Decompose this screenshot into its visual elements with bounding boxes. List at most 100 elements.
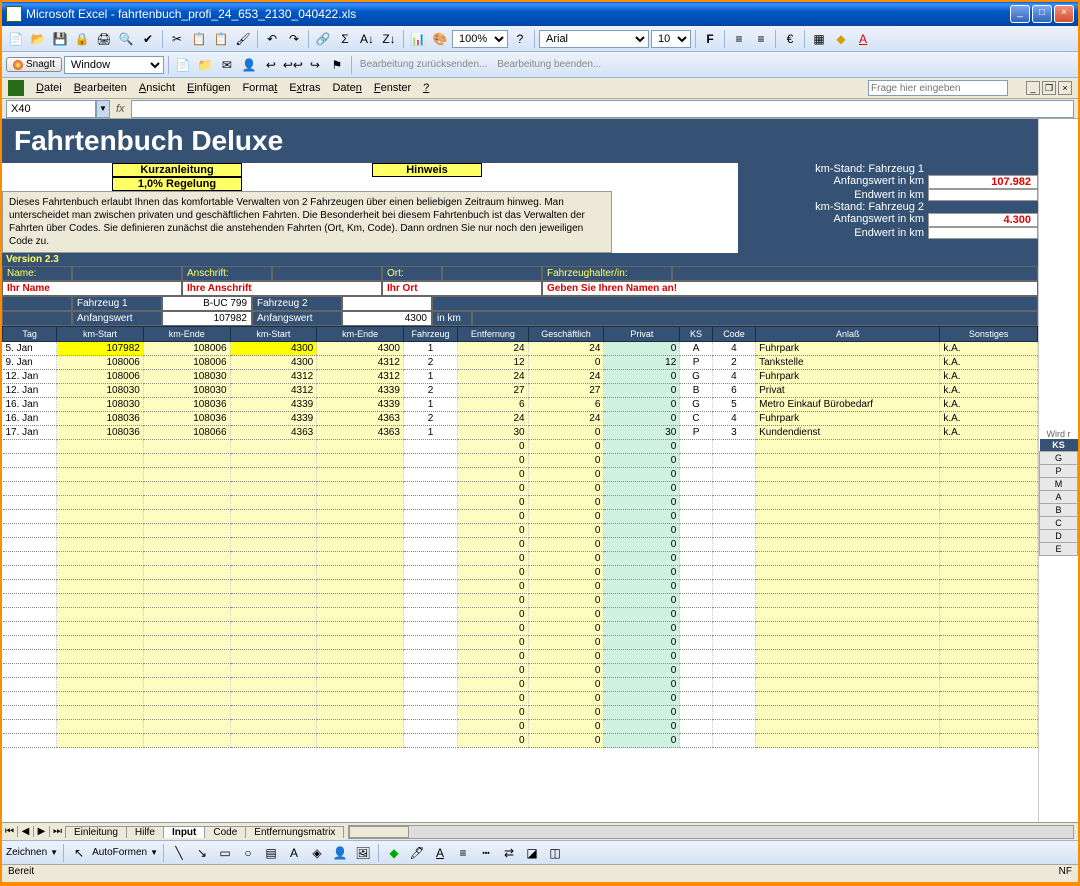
- review-sendback[interactable]: Bearbeitung zurücksenden...: [356, 59, 491, 70]
- menu-help[interactable]: ?: [423, 82, 429, 94]
- tab-prev-icon[interactable]: ◀: [18, 826, 34, 837]
- mail-icon[interactable]: ✉: [217, 55, 237, 75]
- autosum-icon[interactable]: Σ: [335, 29, 355, 49]
- table-row[interactable]: 000: [3, 622, 1038, 636]
- anschrift-input[interactable]: Ihre Anschrift: [182, 281, 382, 296]
- table-row[interactable]: 000: [3, 482, 1038, 496]
- hinweis-button[interactable]: Hinweis: [372, 163, 482, 177]
- clipart-icon[interactable]: 👤: [330, 843, 350, 863]
- menu-edit[interactable]: Bearbeiten: [74, 82, 127, 94]
- table-row[interactable]: 000: [3, 566, 1038, 580]
- save-icon[interactable]: 💾: [50, 29, 70, 49]
- fillcolor-icon[interactable]: ◆: [384, 843, 404, 863]
- tab-code[interactable]: Code: [204, 826, 246, 838]
- table-row[interactable]: 000: [3, 552, 1038, 566]
- table-row[interactable]: 12. Jan10803010803043124339227270B6Priva…: [3, 384, 1038, 398]
- line-icon[interactable]: ╲: [169, 843, 189, 863]
- formula-bar[interactable]: [131, 100, 1074, 118]
- review-end[interactable]: Bearbeitung beenden...: [493, 59, 605, 70]
- kurzanleitung-button[interactable]: Kurzanleitung: [112, 163, 242, 177]
- mdi-restore[interactable]: ❐: [1042, 81, 1056, 95]
- autoformen-menu[interactable]: AutoFormen: [92, 847, 147, 858]
- table-row[interactable]: 16. Jan108030108036433943391660G5Metro E…: [3, 398, 1038, 412]
- f1-aw-value[interactable]: 107982: [162, 311, 252, 326]
- table-row[interactable]: 000: [3, 440, 1038, 454]
- snagit-button[interactable]: SnagIt: [6, 57, 62, 72]
- mdi-close[interactable]: ×: [1058, 81, 1072, 95]
- recipient-icon[interactable]: 👤: [239, 55, 259, 75]
- hyperlink-icon[interactable]: 🔗: [313, 29, 333, 49]
- preview-icon[interactable]: 🔍: [116, 29, 136, 49]
- new-mail-icon[interactable]: 📄: [173, 55, 193, 75]
- linecolor-icon[interactable]: 🖊: [407, 843, 427, 863]
- table-row[interactable]: 000: [3, 454, 1038, 468]
- currency-icon[interactable]: €: [780, 29, 800, 49]
- rect-icon[interactable]: ▭: [215, 843, 235, 863]
- tab-input[interactable]: Input: [163, 826, 205, 838]
- table-row[interactable]: 000: [3, 538, 1038, 552]
- menu-view[interactable]: Ansicht: [139, 82, 175, 94]
- arrow-icon[interactable]: ↘: [192, 843, 212, 863]
- ort-input[interactable]: Ihr Ort: [382, 281, 542, 296]
- table-row[interactable]: 000: [3, 678, 1038, 692]
- zeichnen-menu[interactable]: Zeichnen: [6, 847, 47, 858]
- folder-icon[interactable]: 📁: [195, 55, 215, 75]
- bold-icon[interactable]: F: [700, 29, 720, 49]
- drawing-icon[interactable]: 🎨: [430, 29, 450, 49]
- cut-icon[interactable]: ✂: [167, 29, 187, 49]
- fx-icon[interactable]: fx: [116, 103, 125, 115]
- name-box[interactable]: [6, 100, 96, 118]
- redo-icon[interactable]: ↷: [284, 29, 304, 49]
- regelung-button[interactable]: 1,0% Regelung: [112, 177, 242, 191]
- table-row[interactable]: 000: [3, 468, 1038, 482]
- menu-extras[interactable]: Extras: [289, 82, 320, 94]
- menu-insert[interactable]: Einfügen: [187, 82, 230, 94]
- tab-last-icon[interactable]: ⏭: [50, 826, 66, 837]
- data-table[interactable]: Tagkm-Startkm-Endekm-Startkm-EndeFahrzeu…: [2, 326, 1038, 748]
- select-icon[interactable]: ↖: [69, 843, 89, 863]
- picture-icon[interactable]: 🖼: [353, 843, 373, 863]
- zoom-combo[interactable]: 100%: [452, 30, 508, 48]
- tab-hilfe[interactable]: Hilfe: [126, 826, 164, 838]
- undo-icon[interactable]: ↶: [262, 29, 282, 49]
- new-icon[interactable]: 📄: [6, 29, 26, 49]
- fontcolor2-icon[interactable]: A: [430, 843, 450, 863]
- menu-window[interactable]: Fenster: [374, 82, 411, 94]
- table-row[interactable]: 9. Jan10800610800643004312212012P2Tankst…: [3, 356, 1038, 370]
- forward-icon[interactable]: ↪: [305, 55, 325, 75]
- table-row[interactable]: 000: [3, 650, 1038, 664]
- table-row[interactable]: 12. Jan10800610803043124312124240G4Fuhrp…: [3, 370, 1038, 384]
- table-row[interactable]: 000: [3, 720, 1038, 734]
- minimize-button[interactable]: _: [1010, 5, 1030, 23]
- font-combo[interactable]: Arial: [539, 30, 649, 48]
- fontsize-combo[interactable]: 10: [651, 30, 691, 48]
- menu-format[interactable]: Format: [242, 82, 277, 94]
- f2-value[interactable]: [342, 296, 432, 311]
- diagram-icon[interactable]: ◈: [307, 843, 327, 863]
- borders-icon[interactable]: ▦: [809, 29, 829, 49]
- hscrollbar[interactable]: [348, 825, 1074, 839]
- wordart-icon[interactable]: A: [284, 843, 304, 863]
- spell-icon[interactable]: ✔: [138, 29, 158, 49]
- table-row[interactable]: 17. Jan10803610806643634363130030P3Kunde…: [3, 426, 1038, 440]
- name-input[interactable]: Ihr Name: [2, 281, 182, 296]
- shadow-icon[interactable]: ◪: [522, 843, 542, 863]
- reply-all-icon[interactable]: ↩↩: [283, 55, 303, 75]
- format-painter-icon[interactable]: 🖌: [233, 29, 253, 49]
- table-row[interactable]: 000: [3, 706, 1038, 720]
- linestyle-icon[interactable]: ≡: [453, 843, 473, 863]
- 3d-icon[interactable]: ◫: [545, 843, 565, 863]
- arrowstyle-icon[interactable]: ⇄: [499, 843, 519, 863]
- open-icon[interactable]: 📂: [28, 29, 48, 49]
- table-row[interactable]: 000: [3, 524, 1038, 538]
- menu-data[interactable]: Daten: [332, 82, 361, 94]
- mdi-minimize[interactable]: _: [1026, 81, 1040, 95]
- tab-first-icon[interactable]: ⏮: [2, 826, 18, 837]
- table-row[interactable]: 000: [3, 734, 1038, 748]
- table-row[interactable]: 000: [3, 636, 1038, 650]
- textbox-icon[interactable]: ▤: [261, 843, 281, 863]
- permission-icon[interactable]: 🔒: [72, 29, 92, 49]
- tab-einleitung[interactable]: Einleitung: [65, 826, 127, 838]
- align-left-icon[interactable]: ≡: [729, 29, 749, 49]
- fill-color-icon[interactable]: ◆: [831, 29, 851, 49]
